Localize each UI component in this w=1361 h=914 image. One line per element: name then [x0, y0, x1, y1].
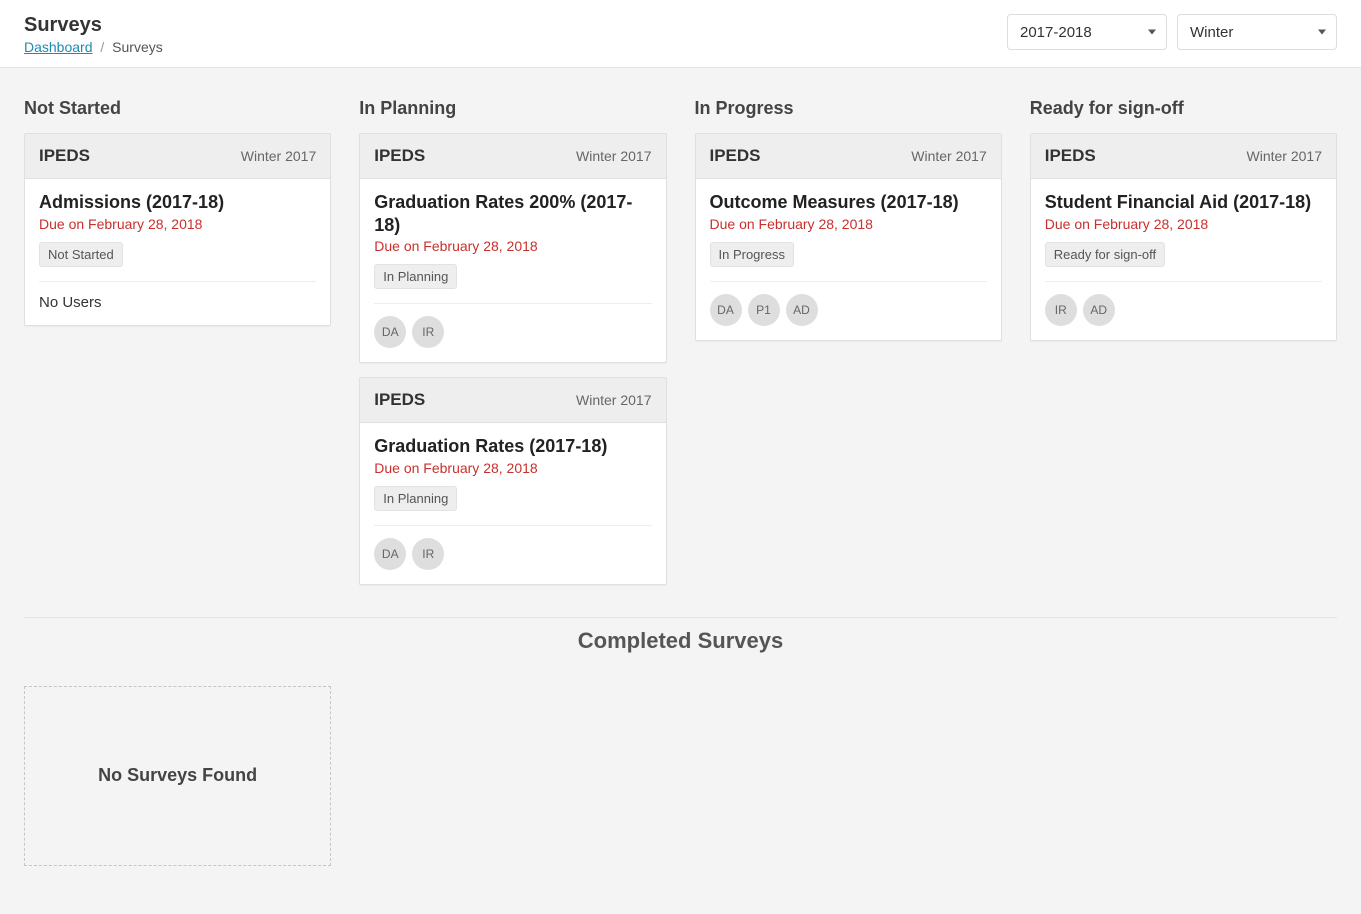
- column-title: Ready for sign-off: [1030, 98, 1337, 119]
- status-badge: Not Started: [39, 242, 123, 267]
- avatar[interactable]: DA: [374, 538, 406, 570]
- due-date: Due on February 28, 2018: [1045, 216, 1322, 232]
- page-title: Surveys: [24, 14, 163, 37]
- avatar[interactable]: DA: [710, 294, 742, 326]
- breadcrumb-separator: /: [100, 39, 104, 55]
- year-selector[interactable]: 2017-2018: [1007, 14, 1167, 50]
- chevron-down-icon: [1318, 30, 1326, 35]
- header-right: 2017-2018 Winter: [1007, 14, 1337, 50]
- status-badge: In Planning: [374, 486, 457, 511]
- divider: [39, 281, 316, 282]
- card-category: IPEDS: [39, 146, 90, 166]
- column-title: In Planning: [359, 98, 666, 119]
- due-date: Due on February 28, 2018: [710, 216, 987, 232]
- card-term: Winter 2017: [1247, 148, 1322, 164]
- avatar[interactable]: AD: [786, 294, 818, 326]
- kanban-column: In Planning IPEDS Winter 2017 Graduation Ra…: [359, 98, 666, 599]
- card-category: IPEDS: [1045, 146, 1096, 166]
- column-title: Not Started: [24, 98, 331, 119]
- survey-title: Graduation Rates 200% (2017-18): [374, 191, 651, 236]
- header-left: Surveys Dashboard / Surveys: [24, 14, 163, 55]
- avatar[interactable]: DA: [374, 316, 406, 348]
- card-header: IPEDS Winter 2017: [360, 134, 665, 179]
- card-category: IPEDS: [710, 146, 761, 166]
- breadcrumb-link-dashboard[interactable]: Dashboard: [24, 39, 93, 55]
- card-header: IPEDS Winter 2017: [696, 134, 1001, 179]
- season-selector[interactable]: Winter: [1177, 14, 1337, 50]
- card-body: Student Financial Aid (2017-18) Due on Fe…: [1031, 179, 1336, 340]
- breadcrumb-current: Surveys: [112, 39, 163, 55]
- kanban-column: In Progress IPEDS Winter 2017 Outcome Measu…: [695, 98, 1002, 599]
- completed-grid: No Surveys Found: [24, 664, 1337, 894]
- status-badge: Ready for sign-off: [1045, 242, 1165, 267]
- no-users-label: No Users: [39, 294, 316, 311]
- card-body: Outcome Measures (2017-18) Due on Februar…: [696, 179, 1001, 340]
- survey-card[interactable]: IPEDS Winter 2017 Graduation Rates (2017-1…: [359, 377, 666, 585]
- completed-heading: Completed Surveys: [24, 617, 1337, 664]
- completed-section: Completed Surveys No Surveys Found: [24, 599, 1337, 894]
- due-date: Due on February 28, 2018: [374, 238, 651, 254]
- board-area: Not Started IPEDS Winter 2017 Admissions (2…: [0, 68, 1361, 914]
- survey-title: Student Financial Aid (2017-18): [1045, 191, 1322, 214]
- kanban-board: Not Started IPEDS Winter 2017 Admissions (2…: [24, 98, 1337, 599]
- card-header: IPEDS Winter 2017: [360, 378, 665, 423]
- due-date: Due on February 28, 2018: [374, 460, 651, 476]
- divider: [374, 525, 651, 526]
- survey-title: Admissions (2017-18): [39, 191, 316, 214]
- season-selector-value: Winter: [1190, 24, 1233, 41]
- card-term: Winter 2017: [911, 148, 986, 164]
- completed-empty-label: No Surveys Found: [98, 765, 257, 786]
- divider: [710, 281, 987, 282]
- card-body: Admissions (2017-18) Due on February 28, …: [25, 179, 330, 325]
- avatar[interactable]: AD: [1083, 294, 1115, 326]
- avatar[interactable]: IR: [412, 316, 444, 348]
- card-category: IPEDS: [374, 390, 425, 410]
- divider: [374, 303, 651, 304]
- page-header: Surveys Dashboard / Surveys 2017-2018 Wi…: [0, 0, 1361, 68]
- card-body: Graduation Rates (2017-18) Due on Februar…: [360, 423, 665, 584]
- avatar-row: IRAD: [1045, 294, 1322, 326]
- avatar[interactable]: IR: [1045, 294, 1077, 326]
- card-term: Winter 2017: [576, 148, 651, 164]
- card-header: IPEDS Winter 2017: [25, 134, 330, 179]
- card-body: Graduation Rates 200% (2017-18) Due on Fe…: [360, 179, 665, 362]
- survey-title: Outcome Measures (2017-18): [710, 191, 987, 214]
- column-title: In Progress: [695, 98, 1002, 119]
- year-selector-value: 2017-2018: [1020, 24, 1092, 41]
- card-category: IPEDS: [374, 146, 425, 166]
- card-term: Winter 2017: [241, 148, 316, 164]
- avatar[interactable]: IR: [412, 538, 444, 570]
- survey-title: Graduation Rates (2017-18): [374, 435, 651, 458]
- breadcrumb: Dashboard / Surveys: [24, 39, 163, 55]
- avatar-row: DAIR: [374, 538, 651, 570]
- status-badge: In Progress: [710, 242, 794, 267]
- survey-card[interactable]: IPEDS Winter 2017 Admissions (2017-18) Due …: [24, 133, 331, 326]
- kanban-column: Not Started IPEDS Winter 2017 Admissions (2…: [24, 98, 331, 599]
- chevron-down-icon: [1148, 30, 1156, 35]
- avatar-row: DAIR: [374, 316, 651, 348]
- completed-empty-card: No Surveys Found: [24, 686, 331, 866]
- survey-card[interactable]: IPEDS Winter 2017 Outcome Measures (2017-1…: [695, 133, 1002, 341]
- card-term: Winter 2017: [576, 392, 651, 408]
- survey-card[interactable]: IPEDS Winter 2017 Graduation Rates 200% (2…: [359, 133, 666, 363]
- card-header: IPEDS Winter 2017: [1031, 134, 1336, 179]
- divider: [1045, 281, 1322, 282]
- due-date: Due on February 28, 2018: [39, 216, 316, 232]
- avatar[interactable]: P1: [748, 294, 780, 326]
- status-badge: In Planning: [374, 264, 457, 289]
- survey-card[interactable]: IPEDS Winter 2017 Student Financial Aid (2…: [1030, 133, 1337, 341]
- kanban-column: Ready for sign-off IPEDS Winter 2017 Studen…: [1030, 98, 1337, 599]
- avatar-row: DAP1AD: [710, 294, 987, 326]
